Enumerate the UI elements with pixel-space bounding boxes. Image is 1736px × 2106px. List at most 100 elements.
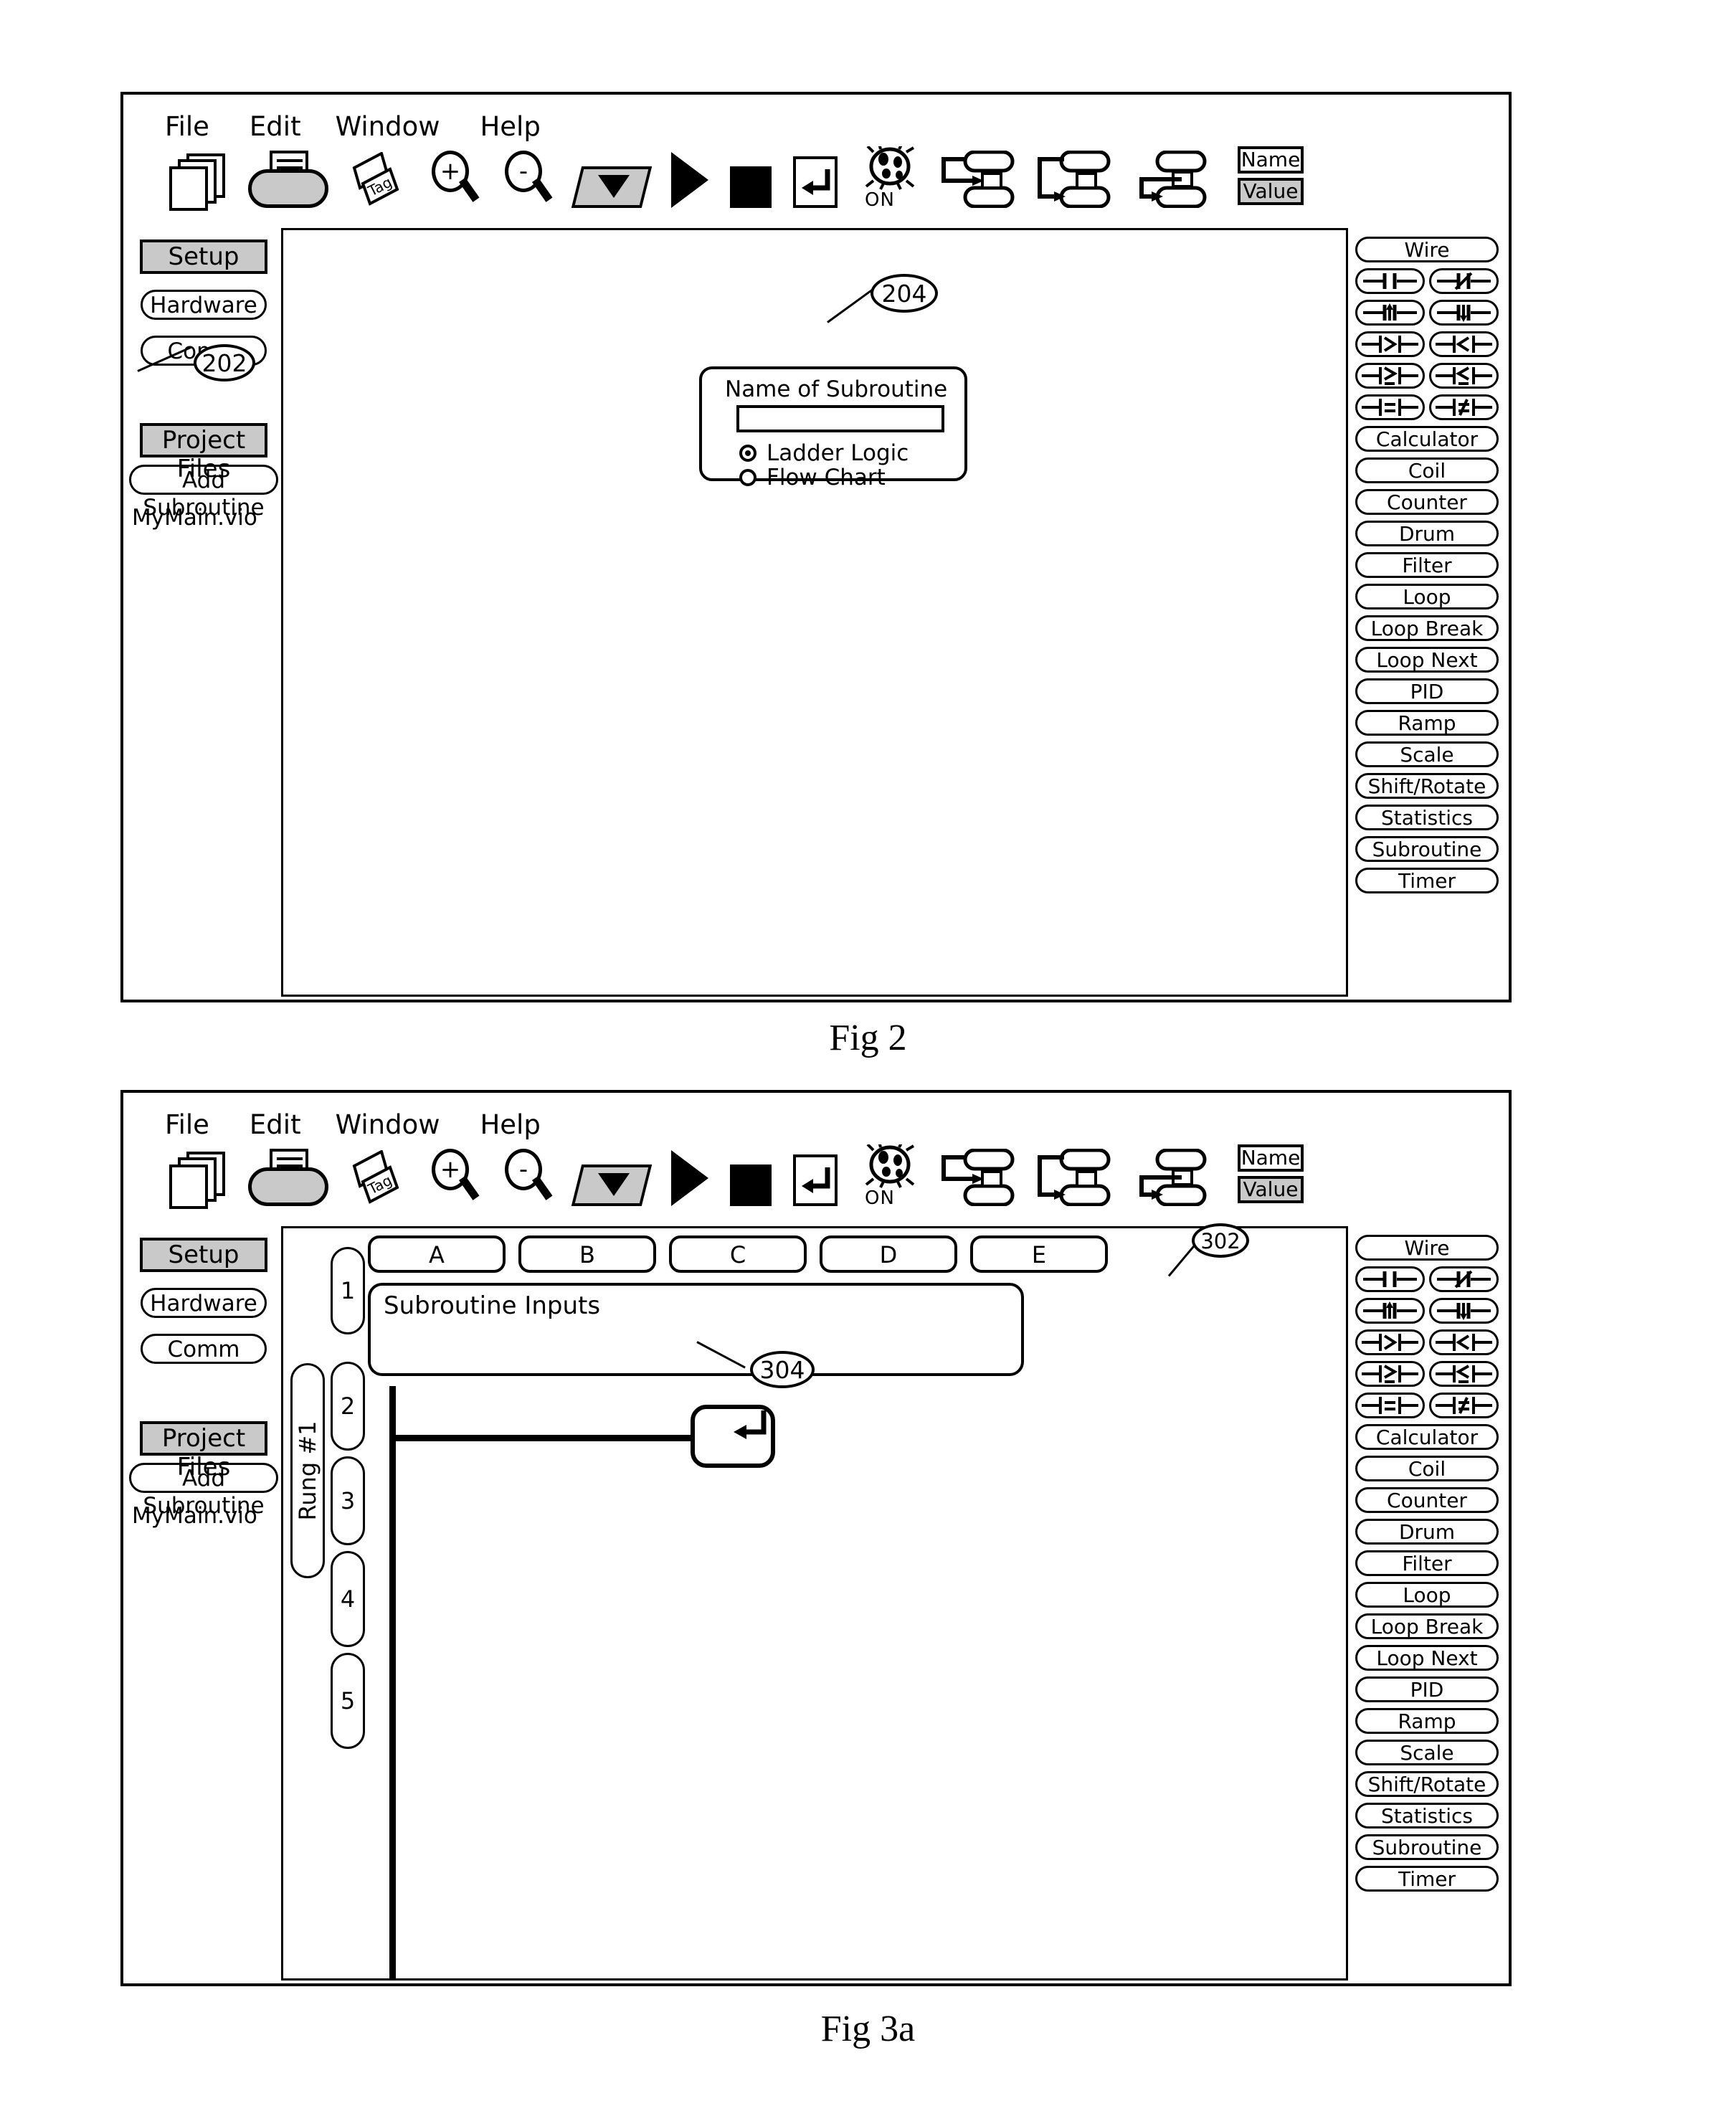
tag-icon[interactable]: Tag (350, 152, 410, 208)
contact-no-icon[interactable] (1355, 268, 1425, 294)
zoom-in-icon[interactable]: + (427, 151, 483, 208)
palette-item-calculator[interactable]: Calculator (1355, 1424, 1499, 1450)
palette-item-pid[interactable]: PID (1355, 1676, 1499, 1702)
debug-on-icon[interactable]: ON (859, 1144, 921, 1209)
compare-greater-equal-icon[interactable] (1355, 1361, 1425, 1387)
debug-on-icon[interactable]: ON (859, 146, 921, 211)
add-subroutine-button[interactable]: Add Subroutine (129, 1463, 278, 1519)
palette-item-counter[interactable]: Counter (1355, 1487, 1499, 1513)
dropdown-icon[interactable] (571, 166, 653, 208)
row-number-1[interactable]: 1 (331, 1247, 365, 1334)
add-subroutine-button[interactable]: Add Subroutine (129, 465, 278, 521)
palette-item-loop-break[interactable]: Loop Break (1355, 1613, 1499, 1639)
compare-equal-icon[interactable] (1355, 394, 1425, 420)
zoom-in-icon[interactable]: + (427, 1149, 483, 1206)
menu-item-edit[interactable]: Edit (250, 1111, 301, 1138)
palette-item-shift-rotate[interactable]: Shift/Rotate (1355, 773, 1499, 799)
sidebar-item-comm[interactable]: Comm (141, 1334, 267, 1364)
row-number-5[interactable]: 5 (331, 1653, 365, 1749)
contact-falling-edge-icon[interactable] (1429, 300, 1499, 326)
stop-icon[interactable] (730, 1165, 772, 1206)
compare-not-equal-icon[interactable] (1429, 394, 1499, 420)
save-icon[interactable] (248, 1149, 328, 1206)
row-number-4[interactable]: 4 (331, 1551, 365, 1647)
palette-item-counter[interactable]: Counter (1355, 489, 1499, 515)
return-icon[interactable] (793, 156, 838, 208)
palette-item-drum[interactable]: Drum (1355, 521, 1499, 546)
palette-item-calculator[interactable]: Calculator (1355, 426, 1499, 452)
palette-item-pid[interactable]: PID (1355, 678, 1499, 704)
stop-icon[interactable] (730, 166, 772, 208)
radio-ladder-logic[interactable]: Ladder Logic (739, 441, 909, 465)
flowchart-branch-icon[interactable] (939, 1149, 1017, 1206)
contact-falling-edge-icon[interactable] (1429, 1298, 1499, 1324)
palette-item-statistics[interactable]: Statistics (1355, 805, 1499, 830)
ladder-editor-canvas[interactable]: A B C D E Subroutine Inputs Rung #1 1 2 (281, 1226, 1348, 1981)
documents-icon[interactable] (169, 1152, 225, 1209)
compare-equal-icon[interactable] (1355, 1393, 1425, 1418)
menu-item-file[interactable]: File (165, 113, 209, 140)
palette-item-shift-rotate[interactable]: Shift/Rotate (1355, 1771, 1499, 1797)
zoom-out-icon[interactable]: - (501, 151, 556, 208)
compare-greater-icon[interactable] (1355, 331, 1425, 357)
palette-item-loop-break[interactable]: Loop Break (1355, 615, 1499, 641)
contact-no-icon[interactable] (1355, 1266, 1425, 1292)
dropdown-icon[interactable] (571, 1165, 653, 1206)
row-number-2[interactable]: 2 (331, 1362, 365, 1451)
editor-canvas-fig2[interactable]: Name of Subroutine Ladder Logic Flow Cha… (281, 228, 1348, 997)
tab-b[interactable]: B (518, 1235, 656, 1273)
palette-item-coil[interactable]: Coil (1355, 457, 1499, 483)
compare-less-equal-icon[interactable] (1429, 363, 1499, 389)
palette-item-subroutine[interactable]: Subroutine (1355, 836, 1499, 862)
tag-icon[interactable]: Tag (350, 1150, 410, 1206)
palette-item-statistics[interactable]: Statistics (1355, 1803, 1499, 1828)
compare-less-equal-icon[interactable] (1429, 1361, 1499, 1387)
compare-less-icon[interactable] (1429, 331, 1499, 357)
compare-not-equal-icon[interactable] (1429, 1393, 1499, 1418)
run-icon[interactable] (671, 152, 711, 208)
subroutine-dialog[interactable]: Name of Subroutine Ladder Logic Flow Cha… (699, 366, 967, 490)
ladder-return-block[interactable] (691, 1405, 775, 1468)
row-number-3[interactable]: 3 (331, 1456, 365, 1545)
menu-item-file[interactable]: File (165, 1111, 209, 1138)
flowchart-split-icon[interactable] (1035, 1149, 1113, 1206)
save-icon[interactable] (248, 151, 328, 208)
flowchart-branch-icon[interactable] (939, 151, 1017, 208)
flowchart-merge-icon[interactable] (1132, 1149, 1209, 1206)
palette-item-filter[interactable]: Filter (1355, 1550, 1499, 1576)
palette-item-drum[interactable]: Drum (1355, 1519, 1499, 1545)
palette-item-loop[interactable]: Loop (1355, 1582, 1499, 1608)
menu-item-window[interactable]: Window (336, 113, 440, 140)
run-icon[interactable] (671, 1150, 711, 1206)
tab-c[interactable]: C (669, 1235, 807, 1273)
palette-item-timer[interactable]: Timer (1355, 868, 1499, 893)
menu-item-edit[interactable]: Edit (250, 113, 301, 140)
palette-item-ramp[interactable]: Ramp (1355, 710, 1499, 736)
palette-item-wire[interactable]: Wire (1355, 1235, 1499, 1261)
contact-rising-edge-icon[interactable] (1355, 300, 1425, 326)
palette-item-filter[interactable]: Filter (1355, 552, 1499, 578)
palette-item-scale[interactable]: Scale (1355, 1740, 1499, 1765)
palette-item-loop-next[interactable]: Loop Next (1355, 1645, 1499, 1671)
compare-greater-equal-icon[interactable] (1355, 363, 1425, 389)
compare-greater-icon[interactable] (1355, 1329, 1425, 1355)
sidebar-item-hardware[interactable]: Hardware (141, 290, 267, 320)
documents-icon[interactable] (169, 153, 225, 211)
compare-less-icon[interactable] (1429, 1329, 1499, 1355)
return-icon[interactable] (793, 1154, 838, 1206)
menu-item-window[interactable]: Window (336, 1111, 440, 1138)
zoom-out-icon[interactable]: - (501, 1149, 556, 1206)
name-value-icon[interactable]: Name Value (1238, 146, 1304, 208)
palette-item-subroutine[interactable]: Subroutine (1355, 1834, 1499, 1860)
palette-item-scale[interactable]: Scale (1355, 741, 1499, 767)
subroutine-name-input[interactable] (736, 405, 944, 432)
tab-a[interactable]: A (368, 1235, 506, 1273)
ladder-rung-wire[interactable] (392, 1435, 692, 1441)
subroutine-inputs-panel[interactable]: Subroutine Inputs (368, 1283, 1024, 1376)
palette-item-loop[interactable]: Loop (1355, 584, 1499, 609)
palette-item-ramp[interactable]: Ramp (1355, 1708, 1499, 1734)
palette-item-loop-next[interactable]: Loop Next (1355, 647, 1499, 673)
palette-item-timer[interactable]: Timer (1355, 1866, 1499, 1892)
contact-nc-icon[interactable] (1429, 268, 1499, 294)
menu-item-help[interactable]: Help (480, 113, 540, 140)
